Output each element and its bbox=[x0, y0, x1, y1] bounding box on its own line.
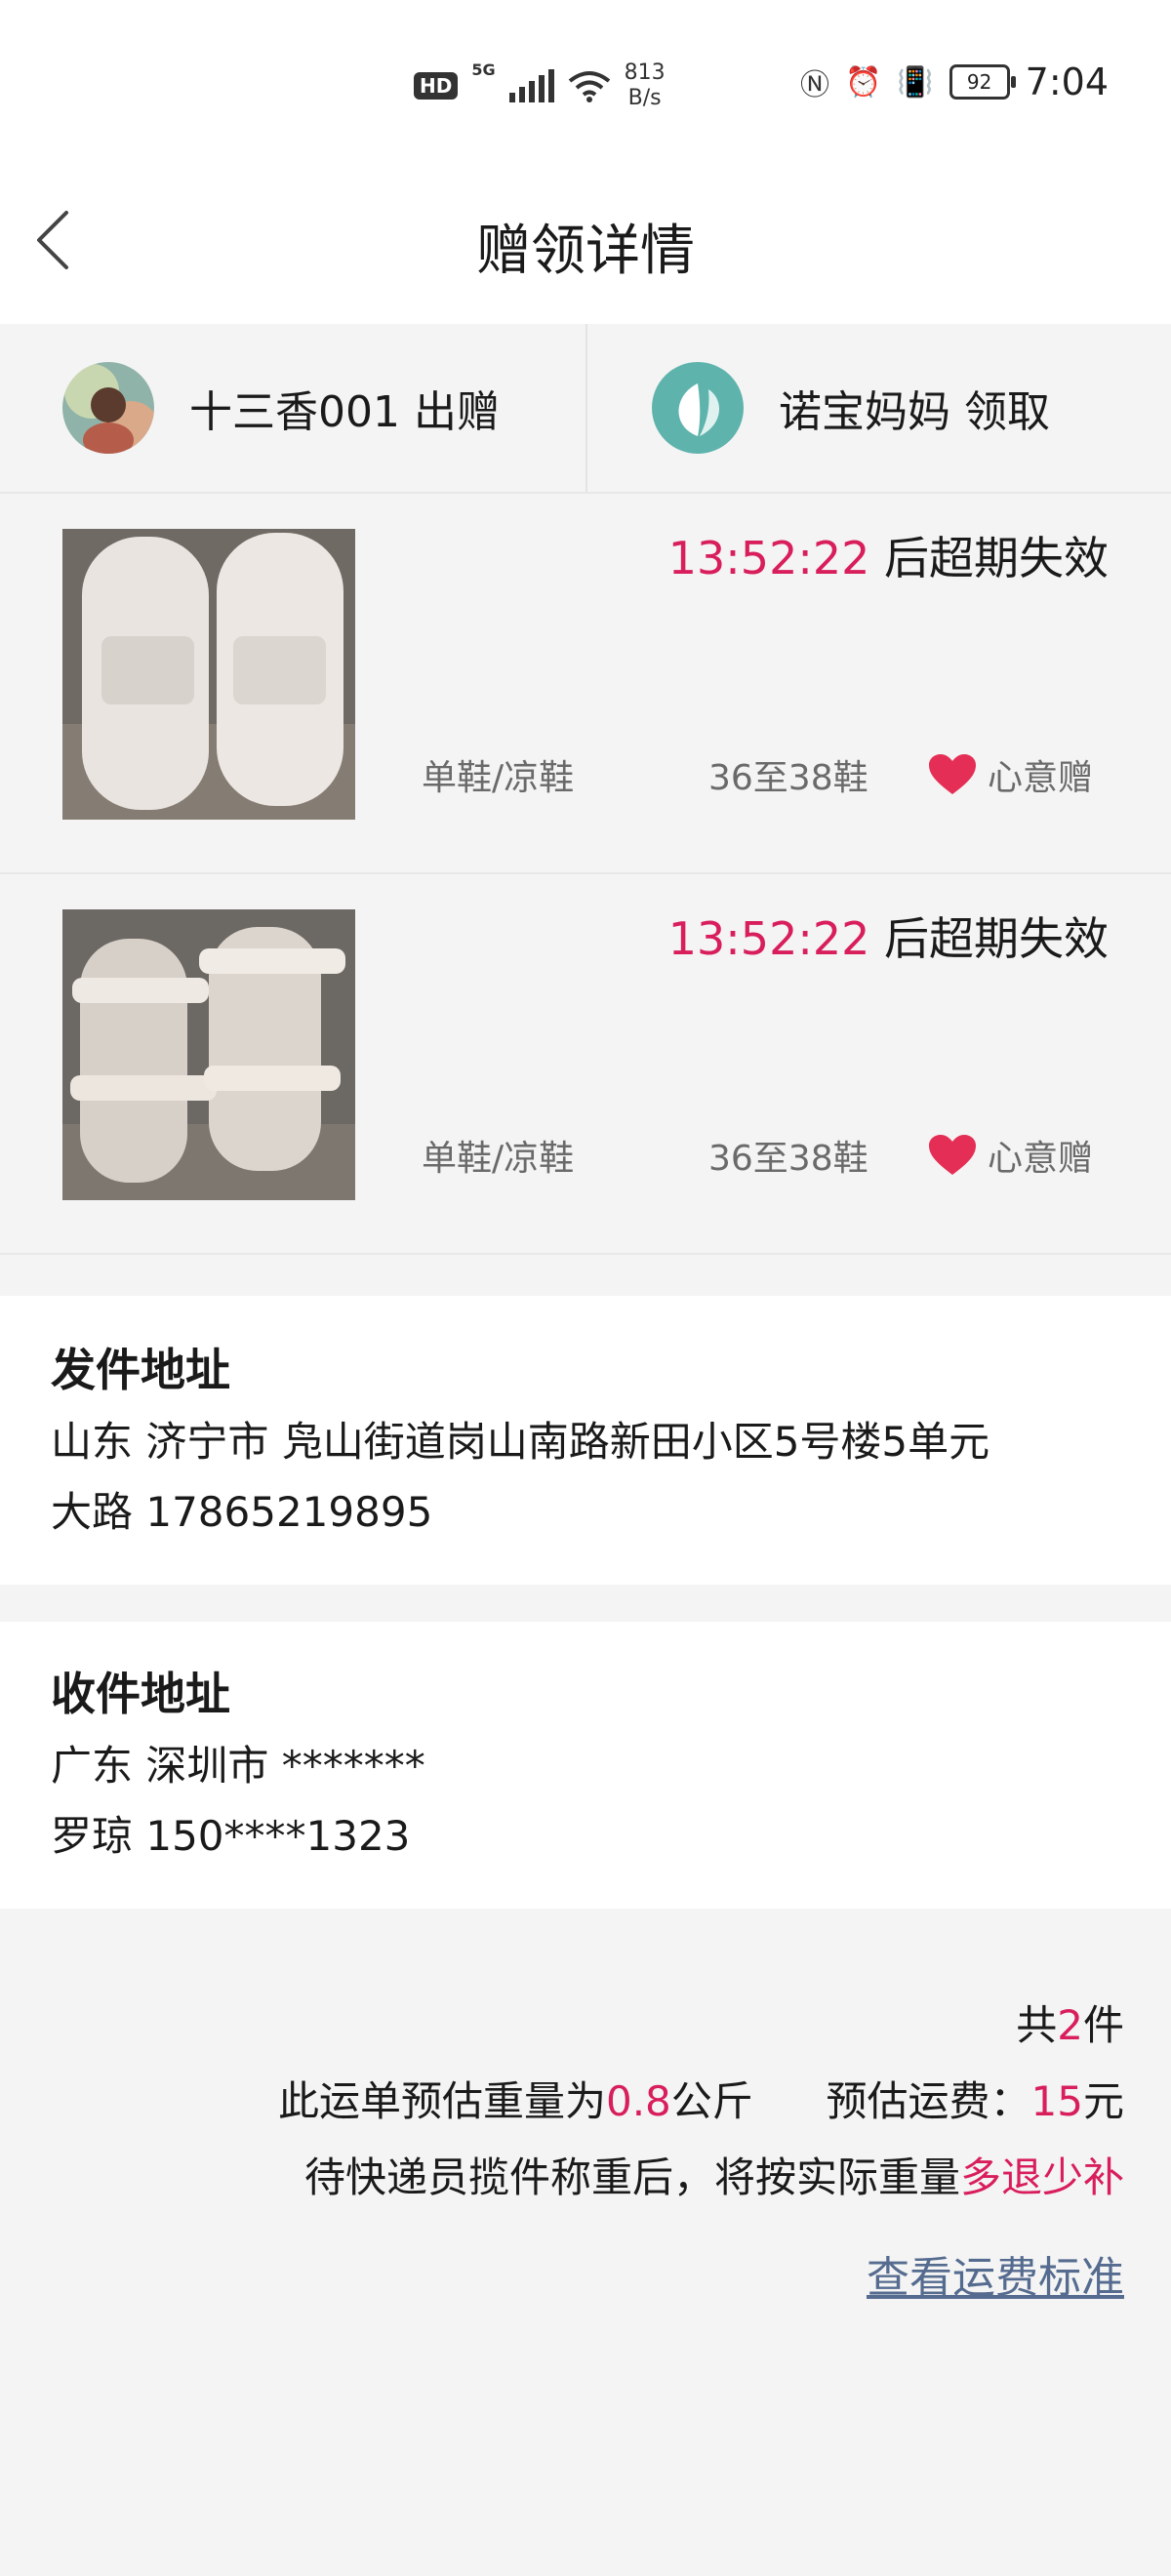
net-speed: 813 B/s bbox=[624, 60, 666, 110]
giver-avatar bbox=[62, 362, 154, 454]
item-category: 单鞋/凉鞋 bbox=[422, 1139, 575, 1179]
nfc-icon: Ⓝ bbox=[799, 68, 829, 102]
status-bar: HD 5G 813 B/s Ⓝ ⏰ 📳 92 7:04 bbox=[0, 0, 1171, 172]
signal-icon bbox=[508, 69, 554, 102]
item-photo bbox=[62, 909, 355, 1200]
gift-type: 心意赠 bbox=[927, 1130, 1093, 1181]
item-count: 共2件 bbox=[1016, 2001, 1124, 2049]
app-header: 赠领详情 bbox=[0, 172, 1171, 324]
gift-item[interactable]: 13:52:22 后超期失效 单鞋/凉鞋 36至38鞋 心意赠 bbox=[0, 494, 1171, 874]
sender-address-card: 发件地址 山东 济宁市 凫山街道岗山南路新田小区5号楼5单元 大路 178652… bbox=[0, 1296, 1171, 1585]
giver-profile[interactable]: 十三香001 出赠 bbox=[62, 324, 500, 492]
sender-address-line: 山东 济宁市 凫山街道岗山南路新田小区5号楼5单元 bbox=[51, 1418, 990, 1466]
participants-row: 十三香001 出赠 诺宝妈妈 领取 bbox=[0, 324, 1171, 494]
item-category: 单鞋/凉鞋 bbox=[422, 758, 575, 798]
settlement-note: 待快递员揽件称重后，将按实际重量多退少补 bbox=[303, 2153, 1124, 2201]
receiver-label: 诺宝妈妈 领取 bbox=[779, 387, 1050, 437]
expiry-countdown: 13:52:22 后超期失效 bbox=[667, 532, 1109, 584]
network-type: 5G bbox=[471, 60, 496, 79]
alarm-icon: ⏰ bbox=[844, 64, 882, 100]
sender-address-label: 发件地址 bbox=[51, 1344, 230, 1396]
shipping-fee-standard-link[interactable]: 查看运费标准 bbox=[867, 2242, 1124, 2305]
clock: 7:04 bbox=[1025, 60, 1109, 103]
item-photo bbox=[62, 529, 355, 820]
receiver-avatar bbox=[652, 362, 744, 454]
hd-badge: HD bbox=[414, 72, 459, 100]
recipient-address-card: 收件地址 广东 深圳市 ******* 罗琼 150****1323 bbox=[0, 1622, 1171, 1909]
vibrate-icon: 📳 bbox=[897, 64, 934, 100]
item-size: 36至38鞋 bbox=[708, 1139, 868, 1179]
recipient-address-line: 广东 深圳市 ******* bbox=[51, 1742, 425, 1790]
weight-fee-line: 此运单预估重量为0.8公斤 预估运费：15元 bbox=[277, 2077, 1124, 2125]
gift-item[interactable]: 13:52:22 后超期失效 单鞋/凉鞋 36至38鞋 心意赠 bbox=[0, 874, 1171, 1255]
expiry-countdown: 13:52:22 后超期失效 bbox=[667, 912, 1109, 965]
gift-type: 心意赠 bbox=[927, 749, 1093, 800]
sender-contact-line: 大路 17865219895 bbox=[51, 1488, 433, 1536]
recipient-contact-line: 罗琼 150****1323 bbox=[51, 1812, 411, 1860]
receiver-profile[interactable]: 诺宝妈妈 领取 bbox=[652, 324, 1050, 492]
battery-icon: 92 bbox=[949, 64, 1016, 100]
page-title: 赠领详情 bbox=[476, 220, 695, 283]
recipient-address-label: 收件地址 bbox=[51, 1668, 230, 1720]
divider bbox=[586, 324, 587, 492]
heart-icon bbox=[929, 754, 976, 794]
item-size: 36至38鞋 bbox=[708, 758, 868, 798]
wifi-icon bbox=[568, 71, 610, 102]
giver-label: 十三香001 出赠 bbox=[189, 387, 500, 437]
heart-icon bbox=[929, 1135, 976, 1175]
